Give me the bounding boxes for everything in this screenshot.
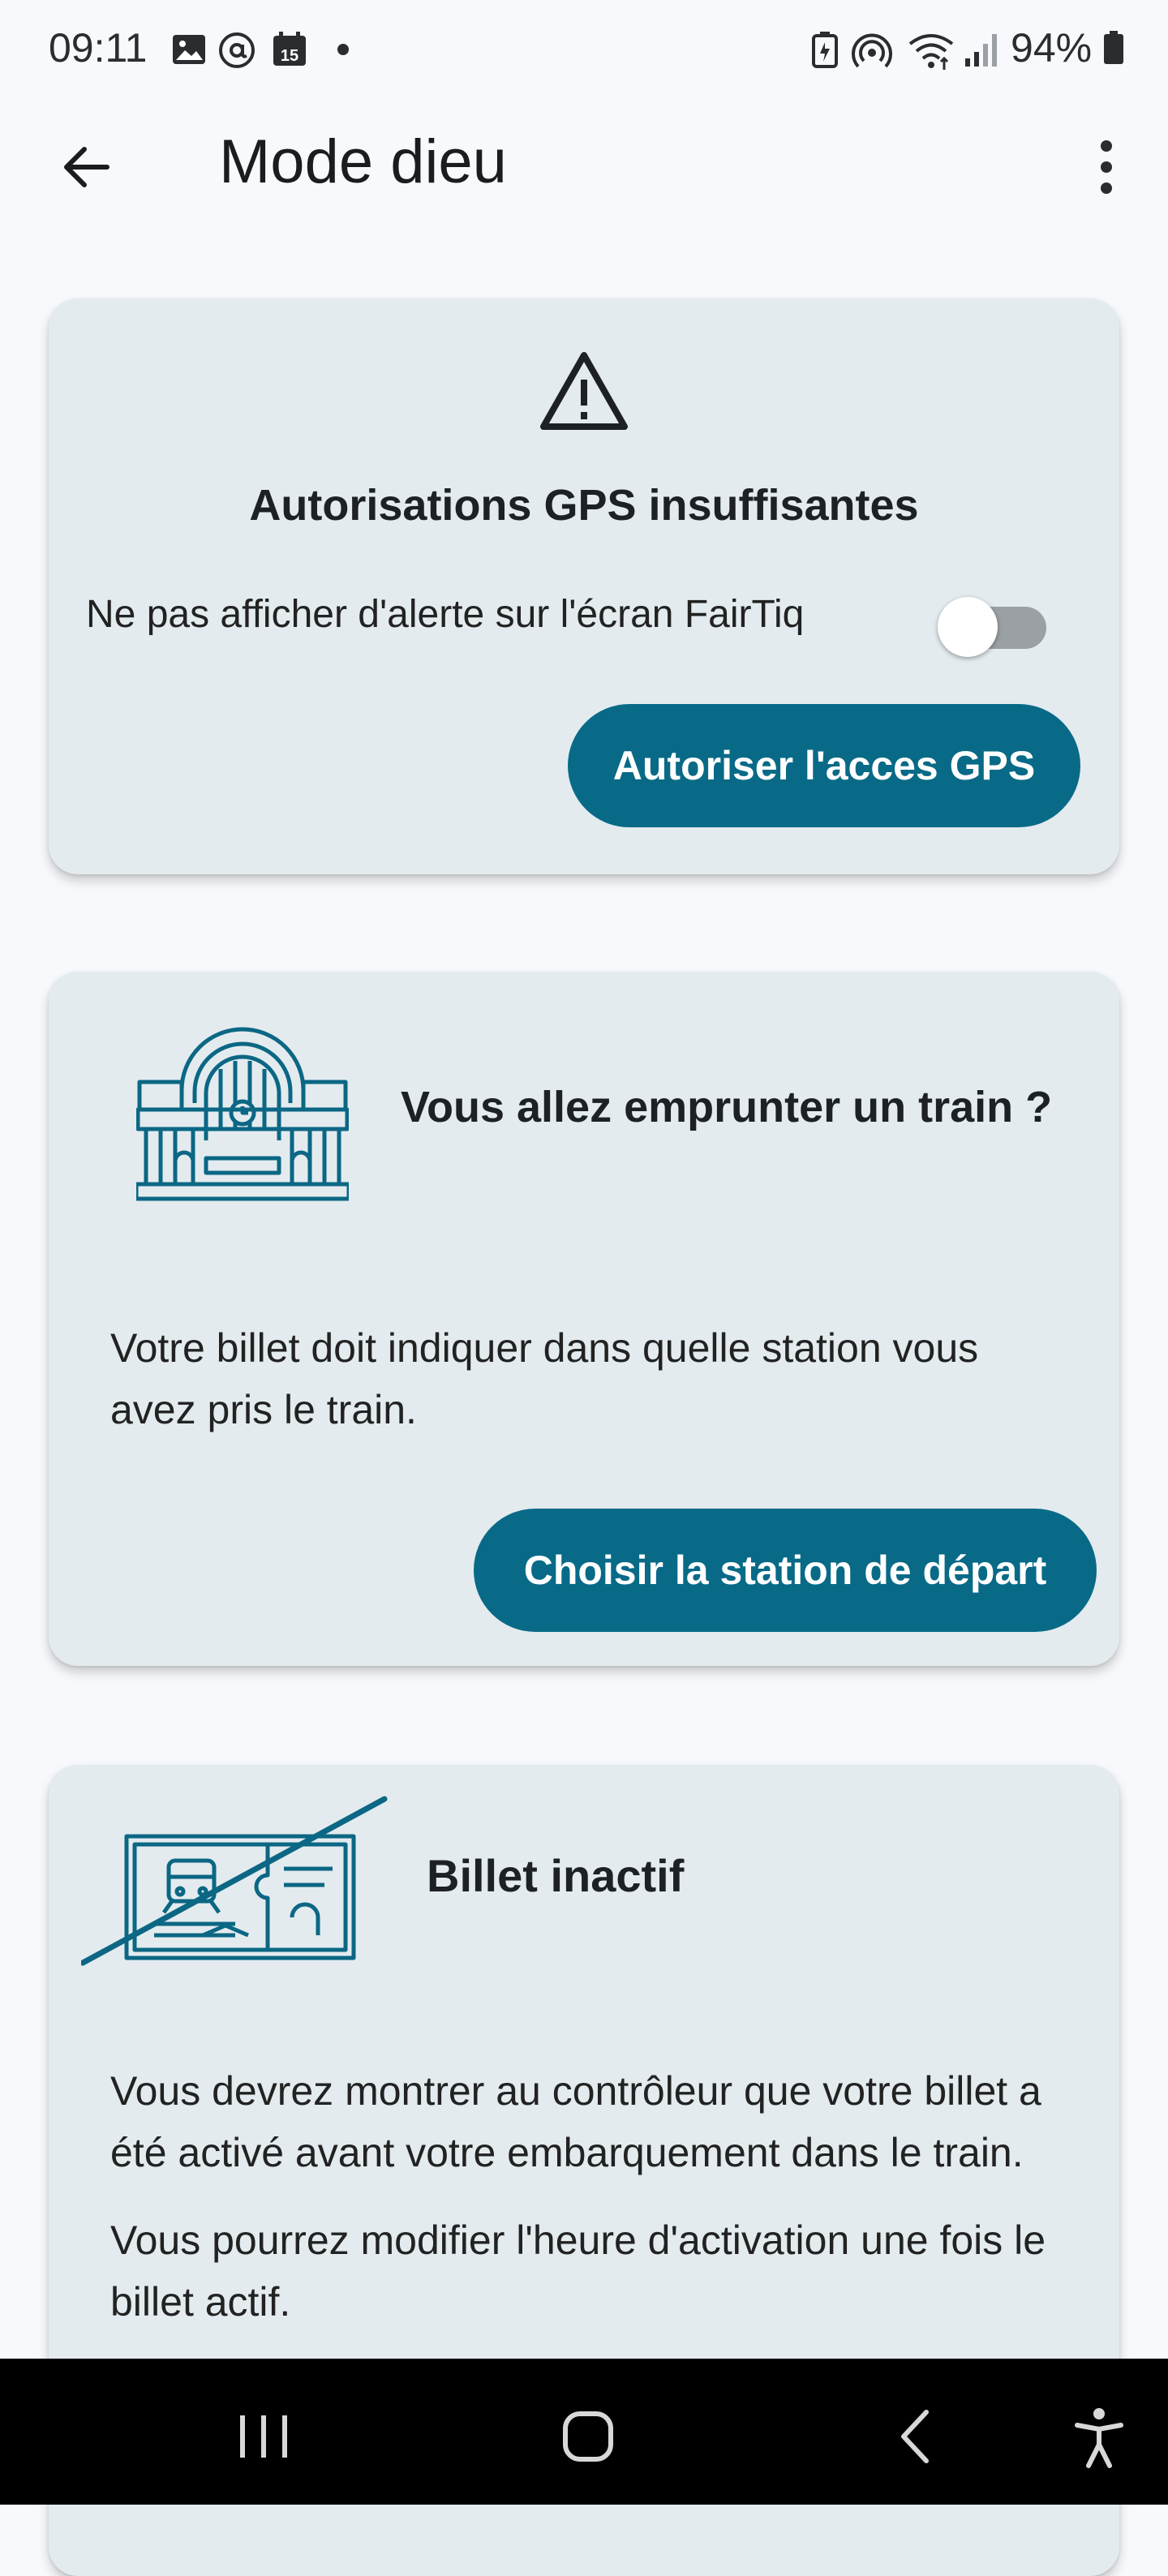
warning-icon (540, 352, 628, 430)
accessibility-icon[interactable] (1063, 2404, 1136, 2469)
gps-permission-card: Autorisations GPS insuffisantes Ne pas a… (49, 298, 1119, 874)
battery-percentage: 94% (1011, 24, 1124, 71)
system-navigation-bar (0, 2359, 1168, 2505)
home-icon[interactable] (552, 2404, 625, 2469)
recent-apps-icon[interactable] (227, 2404, 300, 2469)
train-card-text: Votre billet doit indiquer dans quelle s… (110, 1325, 979, 1432)
wifi-icon (908, 34, 954, 70)
battery-icon (1104, 31, 1123, 64)
ticket-card-text: Vous devrez montrer au contrôleur que vo… (110, 2060, 1067, 2359)
choose-departure-station-button[interactable]: Choisir la station de départ (474, 1509, 1097, 1632)
at-sign-icon (219, 32, 255, 68)
gallery-icon (173, 35, 205, 64)
app-bar: Mode dieu (0, 101, 1168, 230)
inactive-ticket-icon (81, 1796, 388, 1966)
calendar-day: 15 (281, 47, 298, 65)
ticket-paragraph-1: Vous devrez montrer au contrôleur que vo… (110, 2068, 1041, 2175)
ticket-paragraph-2: Vous pourrez modifier l'heure d'activati… (110, 2218, 1046, 2325)
back-nav-icon[interactable] (881, 2404, 954, 2469)
allow-gps-button[interactable]: Autoriser l'acces GPS (568, 704, 1080, 827)
train-station-icon (136, 1027, 349, 1201)
ticket-card-title: Billet inactif (427, 1850, 685, 1901)
back-arrow-icon[interactable] (52, 133, 120, 201)
status-bar: 09:11 15 94% (0, 0, 1168, 101)
switch-thumb (938, 597, 998, 657)
more-options-icon[interactable] (1072, 133, 1140, 201)
alert-toggle-label: Ne pas afficher d'alerte sur l'écran Fai… (86, 593, 805, 636)
alert-toggle-switch[interactable] (938, 589, 1054, 657)
battery-saver-icon (812, 32, 838, 68)
gps-card-title: Autorisations GPS insuffisantes (249, 481, 919, 530)
signal-icon (965, 34, 997, 67)
dot-icon (337, 44, 349, 55)
calendar-icon: 15 (273, 32, 306, 66)
train-card: Vous allez emprunter un train ? Votre bi… (49, 972, 1119, 1666)
hotspot-icon (852, 33, 892, 68)
status-time: 09:11 (49, 25, 148, 71)
page-title: Mode dieu (219, 127, 507, 196)
train-card-title: Vous allez emprunter un train ? (401, 1083, 1053, 1131)
